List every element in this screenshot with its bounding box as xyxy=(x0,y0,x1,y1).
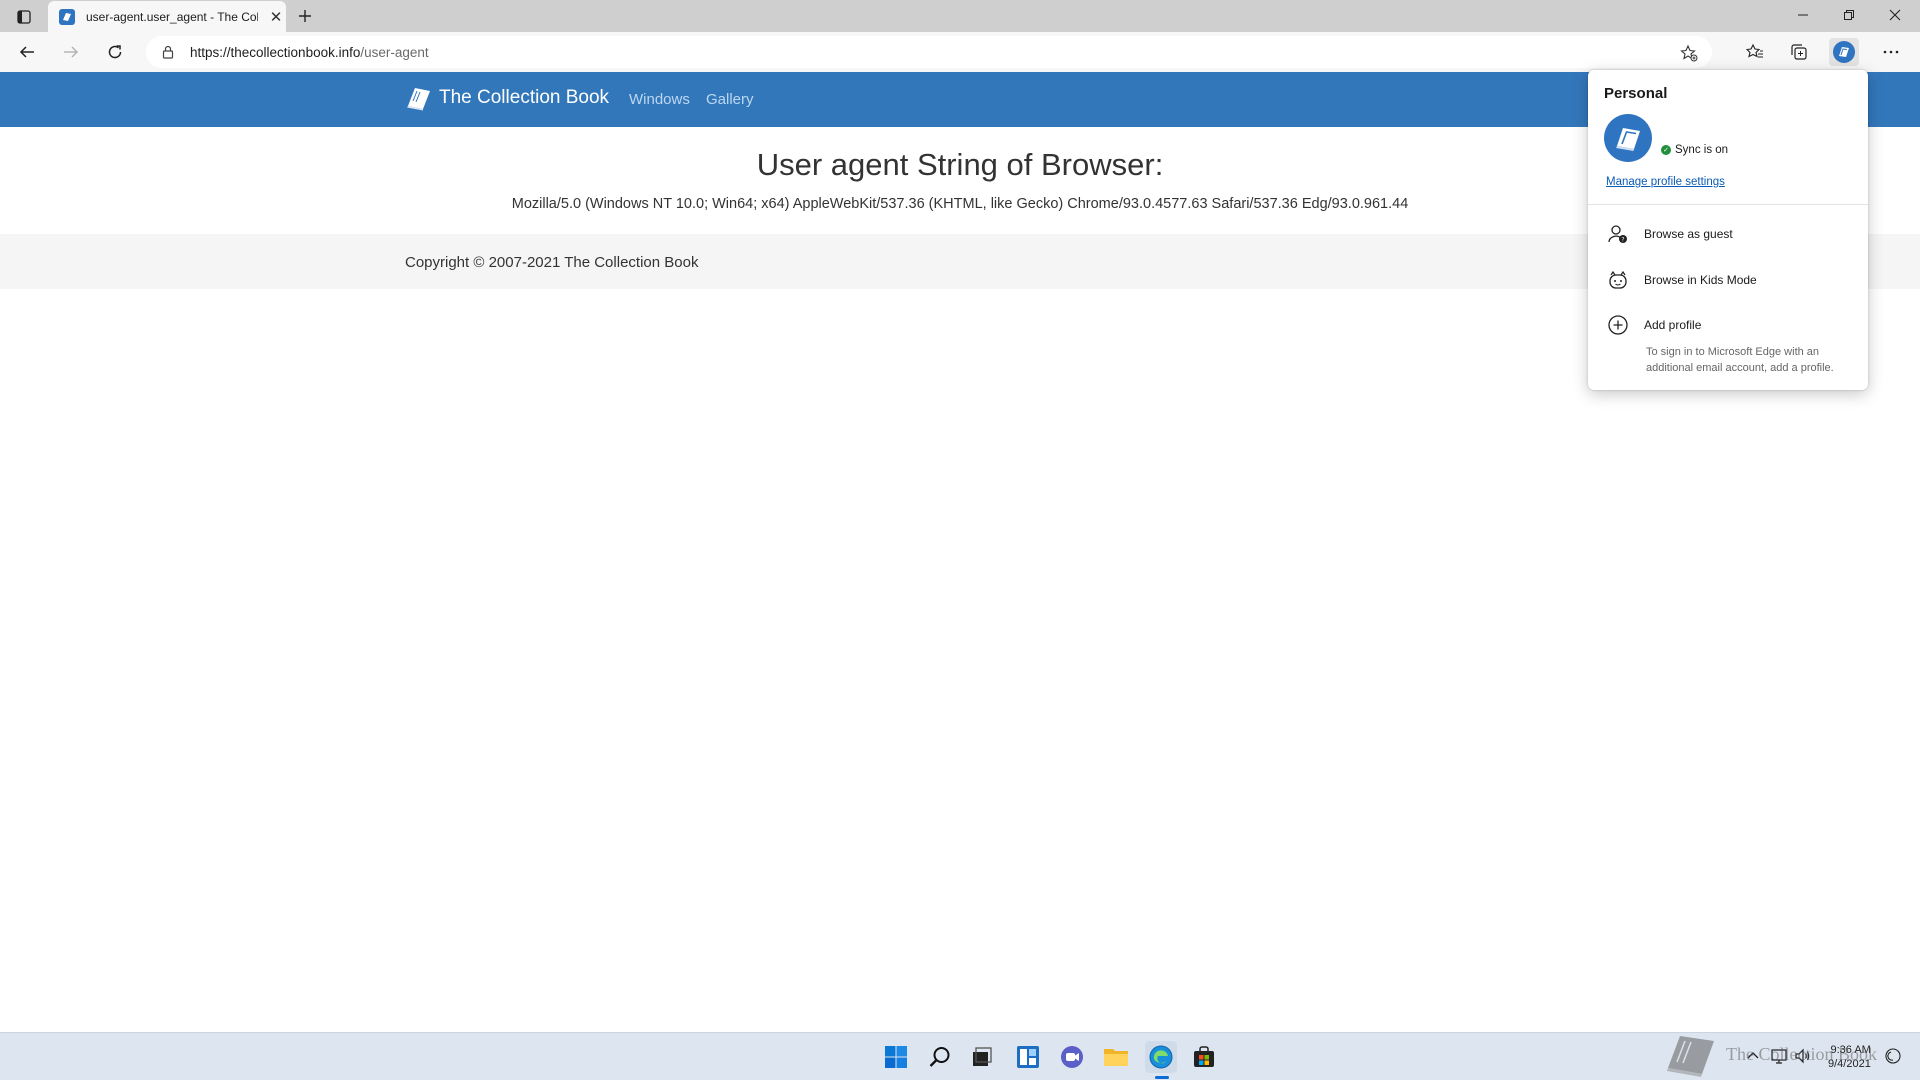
taskbar: 9:36 AM 9/4/2021 xyxy=(0,1032,1920,1080)
url-text[interactable]: https://thecollectionbook.info/user-agen… xyxy=(190,45,429,60)
tab-close-icon[interactable]: ✕ xyxy=(268,8,284,26)
file-explorer-button[interactable] xyxy=(1100,1041,1132,1073)
windows-start-icon xyxy=(885,1046,907,1068)
forward-button[interactable] xyxy=(56,38,86,66)
chat-icon xyxy=(1061,1046,1083,1068)
watermark-text: The Collection Book xyxy=(1726,1043,1877,1064)
lock-icon[interactable] xyxy=(160,44,176,60)
book-logo-icon xyxy=(407,88,430,111)
teams-chat-button[interactable] xyxy=(1056,1041,1088,1073)
edge-icon xyxy=(1149,1045,1173,1069)
favorites-icon xyxy=(1746,43,1763,58)
favorites-button[interactable] xyxy=(1740,38,1770,66)
tab-actions-icon xyxy=(17,10,31,24)
settings-menu-button[interactable] xyxy=(1876,38,1906,66)
add-circle-icon xyxy=(1606,313,1630,337)
edge-browser-button[interactable] xyxy=(1145,1041,1177,1073)
plus-icon xyxy=(299,10,311,22)
site-brand-link[interactable]: The Collection Book xyxy=(405,85,609,111)
nav-link-gallery[interactable]: Gallery xyxy=(706,91,754,108)
browse-kids-mode-label: Browse in Kids Mode xyxy=(1644,273,1757,287)
tab-actions-button[interactable] xyxy=(10,6,38,28)
minimize-button[interactable] xyxy=(1780,0,1826,30)
close-window-button[interactable] xyxy=(1872,0,1918,30)
widgets-icon xyxy=(1017,1046,1039,1068)
search-button[interactable] xyxy=(924,1041,956,1073)
restore-icon xyxy=(1844,10,1854,20)
tab-title: user-agent.user_agent - The Coll xyxy=(86,9,258,24)
add-favorite-icon[interactable] xyxy=(1680,44,1698,62)
site-brand-text: The Collection Book xyxy=(439,87,610,108)
task-view-icon xyxy=(973,1047,992,1066)
copyright-text: Copyright © 2007-2021 The Collection Boo… xyxy=(405,254,699,271)
address-bar[interactable]: https://thecollectionbook.info/user-agen… xyxy=(146,36,1712,68)
widgets-button[interactable] xyxy=(1012,1041,1044,1073)
notifications-icon[interactable] xyxy=(1884,1047,1902,1065)
profile-flyout: Personal ✓ Sync is on Manage profile set… xyxy=(1588,70,1868,390)
site-favicon-icon xyxy=(59,8,75,25)
store-button[interactable] xyxy=(1188,1041,1220,1073)
browser-toolbar: https://thecollectionbook.info/user-agen… xyxy=(0,32,1920,72)
collections-button[interactable] xyxy=(1784,38,1814,66)
browse-as-guest-label: Browse as guest xyxy=(1644,227,1733,241)
store-bag-icon xyxy=(1194,1046,1214,1067)
divider xyxy=(1588,204,1868,205)
new-tab-button[interactable] xyxy=(292,3,318,29)
add-profile-label: Add profile xyxy=(1644,318,1702,332)
kids-mode-icon xyxy=(1606,268,1630,292)
add-profile-item[interactable]: Add profile xyxy=(1588,307,1868,343)
more-dots-icon xyxy=(1883,50,1899,54)
minimize-icon xyxy=(1798,14,1808,16)
forward-arrow-icon xyxy=(64,46,79,58)
restore-button[interactable] xyxy=(1826,0,1872,30)
sync-status: ✓ Sync is on xyxy=(1661,144,1728,156)
refresh-icon xyxy=(108,45,122,59)
url-domain: https://thecollectionbook.info xyxy=(190,44,361,60)
task-view-button[interactable] xyxy=(966,1041,998,1073)
add-profile-description: To sign in to Microsoft Edge with an add… xyxy=(1646,346,1834,374)
refresh-button[interactable] xyxy=(100,38,130,66)
profile-name: Personal xyxy=(1604,85,1668,102)
active-tab[interactable]: user-agent.user_agent - The Coll ✕ xyxy=(48,1,286,32)
back-button[interactable] xyxy=(12,38,42,66)
guest-icon: ? xyxy=(1606,222,1630,246)
profile-picture-icon xyxy=(1616,128,1640,151)
profile-button[interactable] xyxy=(1829,38,1859,66)
sync-check-icon: ✓ xyxy=(1661,145,1671,155)
active-app-indicator xyxy=(1155,1076,1169,1079)
profile-avatar xyxy=(1604,114,1652,162)
start-button[interactable] xyxy=(880,1041,912,1073)
url-path: /user-agent xyxy=(360,44,429,60)
close-icon xyxy=(1889,9,1901,21)
sync-status-text: Sync is on xyxy=(1675,144,1729,156)
svg-text:?: ? xyxy=(1621,237,1624,244)
manage-profile-settings-link[interactable]: Manage profile settings xyxy=(1606,176,1725,188)
watermark: The Collection Book xyxy=(1664,1030,1877,1078)
back-arrow-icon xyxy=(19,46,34,58)
search-icon xyxy=(929,1047,950,1067)
folder-icon xyxy=(1104,1049,1128,1066)
browse-kids-mode-item[interactable]: Browse in Kids Mode xyxy=(1588,262,1868,298)
profile-avatar-icon xyxy=(1833,41,1855,63)
collections-icon xyxy=(1791,44,1807,60)
book-watermark-icon xyxy=(1667,1036,1714,1077)
browse-as-guest-item[interactable]: ? Browse as guest xyxy=(1588,216,1868,252)
tab-strip: user-agent.user_agent - The Coll ✕ xyxy=(0,0,1920,32)
nav-link-windows[interactable]: Windows xyxy=(629,91,690,108)
